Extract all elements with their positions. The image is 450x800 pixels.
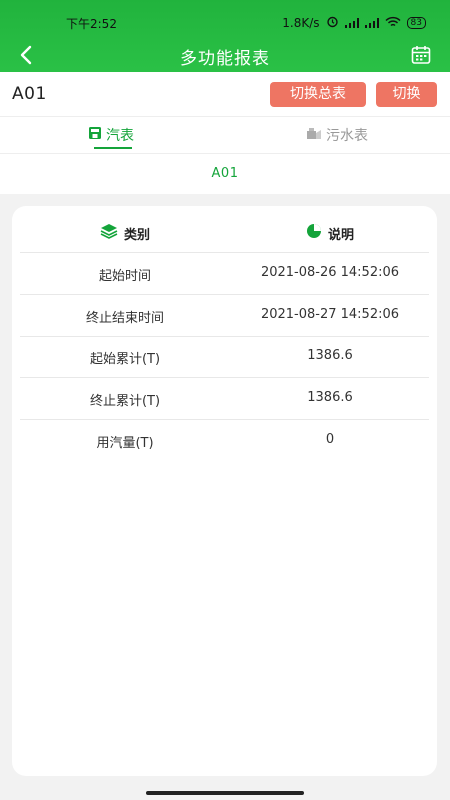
- active-tab-indicator: [94, 147, 132, 149]
- header-description-label: 说明: [327, 227, 354, 243]
- wifi-icon: [385, 16, 401, 31]
- status-icons: 1.8K/s 83: [282, 15, 426, 31]
- row-value: 2021-08-27 14:52:06: [260, 307, 400, 322]
- row-value: 0: [325, 432, 335, 447]
- row-label: 起始时间: [98, 269, 151, 284]
- row-value: 1386.6: [307, 348, 353, 363]
- table-row: 起始累计(T) 1386.6: [20, 335, 429, 378]
- calendar-icon[interactable]: [410, 44, 432, 66]
- title-bar: 多功能报表: [0, 40, 450, 70]
- report-card: 类别 说明 起始时间 2021-08-26 14:52:06 终止结束时间 20…: [12, 206, 437, 776]
- tab-steam-label: 汽表: [106, 128, 134, 144]
- header-bar: 下午2:52 1.8K/s 83 多功能报表: [0, 0, 450, 72]
- table-row: 终止累计(T) 1386.6: [20, 377, 429, 420]
- table-row: 终止结束时间 2021-08-27 14:52:06: [20, 294, 429, 337]
- subtitle-bar: A01: [0, 154, 450, 194]
- switch-total-button[interactable]: 切换总表: [270, 82, 366, 107]
- table-row: 起始时间 2021-08-26 14:52:06: [20, 252, 429, 295]
- header-description: 说明: [230, 223, 430, 243]
- steam-meter-icon: [88, 126, 102, 144]
- battery-level: 83: [410, 18, 422, 28]
- tab-sewage-label: 污水表: [326, 128, 368, 144]
- layers-icon: [100, 223, 118, 243]
- row-label: 终止累计(T): [89, 394, 161, 409]
- page-title: 多功能报表: [180, 49, 270, 69]
- signal-icon-2: [364, 18, 379, 28]
- home-indicator[interactable]: [146, 791, 304, 795]
- device-name: A01: [12, 84, 47, 104]
- row-label: 起始累计(T): [89, 352, 161, 367]
- alarm-icon: [326, 15, 339, 31]
- row-value: 2021-08-26 14:52:06: [260, 265, 400, 280]
- header-category-label: 类别: [123, 227, 150, 243]
- tab-sewage[interactable]: 污水表: [306, 125, 368, 145]
- table-row: 用汽量(T) 0: [20, 419, 429, 461]
- status-time: 下午2:52: [66, 17, 117, 31]
- meter-tabs: 汽表 污水表: [0, 117, 450, 154]
- tab-steam[interactable]: 汽表: [88, 125, 134, 145]
- device-toolbar: A01 切换总表 切换: [0, 72, 450, 117]
- table-header: 类别 说明: [20, 210, 429, 253]
- net-speed: 1.8K/s: [282, 16, 320, 30]
- meter-subtitle: A01: [211, 166, 239, 181]
- row-label: 用汽量(T): [96, 436, 154, 451]
- row-label: 终止结束时间: [85, 311, 164, 326]
- signal-icon: [344, 18, 359, 28]
- status-bar: 下午2:52 1.8K/s 83: [0, 10, 450, 38]
- switch-button[interactable]: 切换: [376, 82, 437, 107]
- row-value: 1386.6: [307, 390, 353, 405]
- battery-icon: 83: [406, 17, 426, 29]
- header-category: 类别: [20, 223, 230, 243]
- pie-chart-icon: [306, 223, 322, 243]
- sewage-meter-icon: [306, 126, 322, 144]
